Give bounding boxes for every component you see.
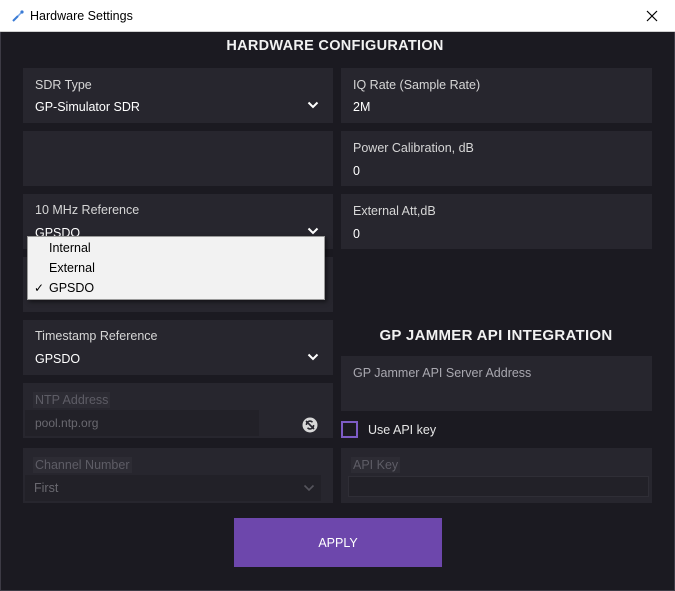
power-calibration-value: 0: [353, 164, 360, 178]
hardware-config-heading: HARDWARE CONFIGURATION: [226, 38, 444, 54]
title-bar: Hardware Settings: [0, 0, 675, 32]
api-server-field[interactable]: GP Jammer API Server Address: [341, 356, 652, 411]
dropdown-option-gpsdo[interactable]: ✓ GPSDO: [28, 278, 324, 298]
power-calibration-label: Power Calibration, dB: [353, 141, 474, 155]
window-title: Hardware Settings: [30, 9, 133, 23]
external-att-field[interactable]: External Att,dB 0: [341, 194, 652, 249]
ntp-address-label: NTP Address: [33, 392, 111, 408]
ntp-address-input[interactable]: pool.ntp.org: [25, 410, 259, 436]
dropdown-option-internal[interactable]: Internal: [28, 238, 324, 258]
iq-rate-label: IQ Rate (Sample Rate): [353, 78, 481, 92]
sync-disabled-icon[interactable]: [302, 417, 318, 433]
timestamp-ref-select[interactable]: Timestamp Reference GPSDO: [23, 320, 333, 375]
close-button[interactable]: [629, 0, 675, 32]
iq-rate-field[interactable]: IQ Rate (Sample Rate) 2M: [341, 68, 652, 123]
api-key-input: [348, 476, 649, 497]
api-server-label: GP Jammer API Server Address: [353, 366, 532, 380]
api-key-label: API Key: [351, 457, 401, 473]
iq-rate-value: 2M: [353, 100, 371, 114]
close-icon: [646, 10, 658, 22]
use-api-key-label: Use API key: [368, 423, 437, 437]
ntp-address-panel: NTP Address pool.ntp.org: [23, 383, 333, 438]
timestamp-ref-value: GPSDO: [35, 352, 81, 366]
checkmark-icon: ✓: [34, 281, 45, 295]
use-api-key-checkbox[interactable]: [341, 421, 358, 438]
option-label: External: [49, 261, 95, 275]
chevron-down-icon: [307, 353, 319, 361]
empty-panel: [23, 131, 333, 186]
sdr-type-value: GP-Simulator SDR: [35, 100, 140, 114]
apply-button[interactable]: APPLY: [234, 518, 442, 567]
sdr-type-label: SDR Type: [35, 78, 92, 92]
external-att-value: 0: [353, 227, 360, 241]
ref-10mhz-label: 10 MHz Reference: [35, 203, 140, 217]
chevron-down-icon: [307, 227, 319, 235]
sdr-type-select[interactable]: SDR Type GP-Simulator SDR: [23, 68, 333, 123]
ref-10mhz-dropdown-list: Internal External ✓ GPSDO: [27, 236, 325, 300]
ntp-address-value: pool.ntp.org: [35, 416, 99, 430]
api-integration-heading: GP JAMMER API INTEGRATION: [379, 327, 613, 344]
dropdown-option-external[interactable]: External: [28, 258, 324, 278]
option-label: GPSDO: [49, 281, 95, 295]
channel-number-value: First: [34, 481, 59, 495]
option-label: Internal: [49, 241, 91, 255]
power-calibration-field[interactable]: Power Calibration, dB 0: [341, 131, 652, 186]
external-att-label: External Att,dB: [353, 204, 436, 218]
chevron-down-icon: [307, 101, 319, 109]
api-key-panel: API Key: [341, 448, 652, 503]
channel-number-select: Channel Number First: [23, 448, 333, 503]
timestamp-ref-label: Timestamp Reference: [35, 329, 158, 343]
app-icon: [12, 10, 24, 22]
chevron-down-icon: [303, 484, 315, 492]
channel-number-box: First: [25, 475, 321, 501]
channel-number-label: Channel Number: [33, 457, 132, 473]
